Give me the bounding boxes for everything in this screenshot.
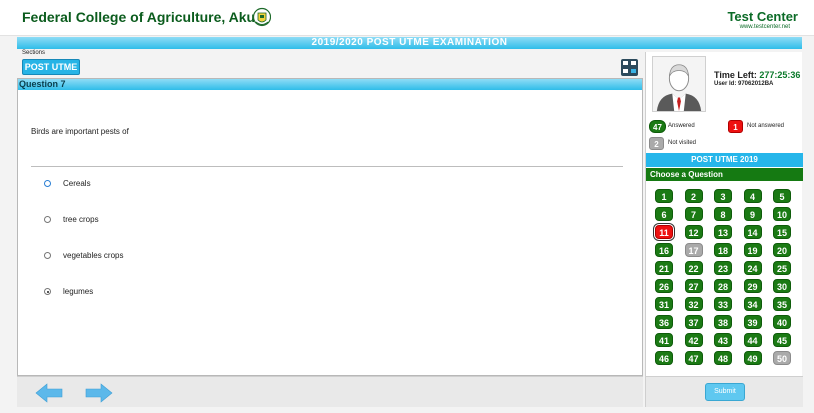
- time-left: Time Left: 277:25:36: [714, 70, 800, 80]
- option-radio[interactable]: [44, 288, 51, 295]
- question-button-39[interactable]: 39: [743, 315, 762, 329]
- section-tab-post-utme[interactable]: POST UTME: [22, 59, 80, 75]
- question-number: Question 7: [19, 79, 66, 89]
- test-center-title: Test Center: [727, 9, 798, 24]
- option-radio[interactable]: [44, 216, 51, 223]
- next-arrow-icon[interactable]: [85, 383, 113, 403]
- question-button-47[interactable]: 47: [684, 351, 703, 365]
- question-header-bar: Question 7: [18, 79, 642, 90]
- question-button-17[interactable]: 17: [684, 243, 703, 257]
- question-button-4[interactable]: 4: [743, 189, 762, 203]
- college-logo-icon: [253, 7, 271, 27]
- question-button-37[interactable]: 37: [684, 315, 703, 329]
- question-button-49[interactable]: 49: [743, 351, 762, 365]
- question-button-12[interactable]: 12: [684, 225, 703, 239]
- question-button-34[interactable]: 34: [743, 297, 762, 311]
- choose-question-label: Choose a Question: [646, 168, 803, 181]
- question-button-21[interactable]: 21: [655, 261, 673, 275]
- option-radio[interactable]: [44, 180, 51, 187]
- not-answered-count-badge: 1: [728, 120, 743, 133]
- question-button-42[interactable]: 42: [684, 333, 703, 347]
- header: Federal College of Agriculture, Akure Te…: [0, 0, 814, 36]
- question-button-36[interactable]: 36: [655, 315, 673, 329]
- question-button-6[interactable]: 6: [655, 207, 673, 221]
- question-text: Birds are important pests of: [31, 127, 129, 136]
- exam-title-bar: 2019/2020 POST UTME EXAMINATION: [17, 37, 802, 49]
- question-button-13[interactable]: 13: [714, 225, 732, 239]
- question-button-7[interactable]: 7: [684, 207, 703, 221]
- question-button-20[interactable]: 20: [773, 243, 791, 257]
- avatar: [652, 56, 706, 112]
- test-center-url: www.testcenter.net: [739, 24, 790, 30]
- question-button-38[interactable]: 38: [714, 315, 732, 329]
- question-button-46[interactable]: 46: [655, 351, 673, 365]
- question-button-18[interactable]: 18: [714, 243, 732, 257]
- option-label: Cereals: [63, 179, 91, 188]
- question-button-48[interactable]: 48: [714, 351, 732, 365]
- question-button-26[interactable]: 26: [655, 279, 673, 293]
- question-button-45[interactable]: 45: [773, 333, 791, 347]
- time-left-value: 277:25:36: [759, 70, 801, 80]
- question-button-29[interactable]: 29: [743, 279, 762, 293]
- question-button-3[interactable]: 3: [714, 189, 732, 203]
- not-visited-count-badge: 2: [649, 137, 664, 150]
- user-id: User Id: 97062012BA: [714, 81, 774, 87]
- answered-legend-label: Answered: [668, 123, 695, 129]
- question-button-1[interactable]: 1: [655, 189, 673, 203]
- question-button-50[interactable]: 50: [773, 351, 791, 365]
- time-left-label: Time Left:: [714, 70, 757, 80]
- question-button-24[interactable]: 24: [743, 261, 762, 275]
- question-button-33[interactable]: 33: [714, 297, 732, 311]
- question-button-8[interactable]: 8: [714, 207, 732, 221]
- question-panel: Question 7 Birds are important pests of …: [17, 78, 643, 376]
- question-button-5[interactable]: 5: [773, 189, 791, 203]
- question-button-23[interactable]: 23: [714, 261, 732, 275]
- candidate-panel: Time Left: 277:25:36 User Id: 97062012BA…: [645, 52, 803, 407]
- question-button-2[interactable]: 2: [684, 189, 703, 203]
- option-label: tree crops: [63, 215, 99, 224]
- palette-section-title: POST UTME 2019: [646, 153, 803, 167]
- question-nav-bar: [17, 376, 643, 407]
- question-button-40[interactable]: 40: [773, 315, 791, 329]
- question-button-43[interactable]: 43: [714, 333, 732, 347]
- option-radio[interactable]: [44, 252, 51, 259]
- question-button-28[interactable]: 28: [714, 279, 732, 293]
- question-button-31[interactable]: 31: [655, 297, 673, 311]
- not-visited-legend-label: Not visited: [668, 140, 697, 146]
- question-button-19[interactable]: 19: [743, 243, 762, 257]
- college-title: Federal College of Agriculture, Akure: [22, 9, 269, 25]
- question-button-16[interactable]: 16: [655, 243, 673, 257]
- calculator-icon[interactable]: [621, 59, 638, 76]
- answered-count-badge: 47: [649, 120, 666, 133]
- submit-button[interactable]: Submit: [705, 383, 745, 401]
- question-button-35[interactable]: 35: [773, 297, 791, 311]
- question-divider: [31, 166, 623, 167]
- not-answered-legend-label: Not answered: [747, 123, 785, 129]
- question-button-30[interactable]: 30: [773, 279, 791, 293]
- question-button-14[interactable]: 14: [743, 225, 762, 239]
- question-button-9[interactable]: 9: [743, 207, 762, 221]
- question-button-11[interactable]: 11: [655, 225, 673, 239]
- question-button-41[interactable]: 41: [655, 333, 673, 347]
- question-button-22[interactable]: 22: [684, 261, 703, 275]
- exam-window: Federal College of Agriculture, Akure Te…: [0, 0, 814, 413]
- question-button-15[interactable]: 15: [773, 225, 791, 239]
- submit-bar: Submit: [646, 376, 803, 407]
- question-button-25[interactable]: 25: [773, 261, 791, 275]
- question-button-44[interactable]: 44: [743, 333, 762, 347]
- option-label: legumes: [63, 287, 94, 296]
- sections-label: Sections: [22, 50, 46, 56]
- question-button-32[interactable]: 32: [684, 297, 703, 311]
- previous-arrow-icon[interactable]: [35, 383, 63, 403]
- question-button-10[interactable]: 10: [773, 207, 791, 221]
- option-label: vegetables crops: [63, 251, 124, 260]
- question-button-27[interactable]: 27: [684, 279, 703, 293]
